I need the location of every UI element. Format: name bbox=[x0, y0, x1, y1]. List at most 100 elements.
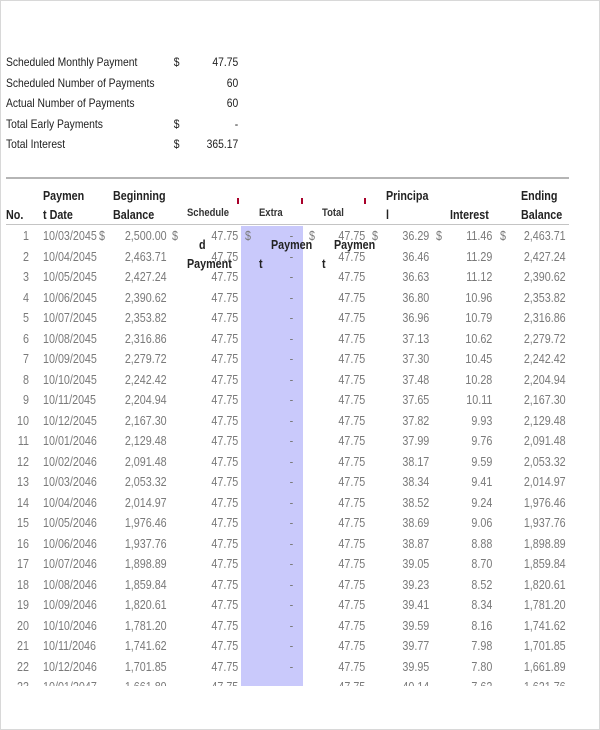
cell-extra-payment: - bbox=[289, 229, 293, 243]
cell-total-payment: 47.75 bbox=[338, 229, 365, 243]
cell-principal: 36.29 bbox=[402, 229, 429, 243]
cell-payment-date: 10/05/2046 bbox=[43, 516, 97, 530]
currency-symbol: $ bbox=[172, 229, 178, 243]
cell-scheduled-payment: 47.75 bbox=[211, 598, 238, 612]
cell-extra-payment: - bbox=[289, 249, 293, 264]
table-row: 12 10/02/2046 2,091.48 47.75 - 47.75 38.17 9.59… bbox=[0, 452, 600, 473]
cell-extra-payment: - bbox=[289, 598, 293, 612]
cell-extra-payment: - bbox=[289, 659, 293, 674]
cell-total-payment: 47.75 bbox=[338, 495, 365, 510]
table-row: 19 10/09/2046 1,820.61 47.75 - 47.75 39.41 8.34… bbox=[0, 595, 600, 616]
cell-total-payment: 47.75 bbox=[338, 659, 365, 674]
summary-row: Total Interest $ 365.17 bbox=[6, 134, 238, 155]
comment-marker-icon bbox=[237, 198, 239, 204]
cell-payment-date: 10/01/2046 bbox=[43, 434, 97, 448]
cell-beginning-balance: 2,427.24 bbox=[125, 270, 167, 284]
cell-principal: 40.14 bbox=[402, 677, 429, 686]
cell-principal: 37.13 bbox=[402, 331, 429, 346]
cell-principal: 37.65 bbox=[402, 393, 429, 407]
cell-principal: 37.82 bbox=[402, 413, 429, 428]
cell-total-payment: 47.75 bbox=[338, 249, 365, 264]
cell-interest: 9.59 bbox=[471, 454, 492, 469]
cell-beginning-balance: 2,014.97 bbox=[125, 495, 167, 510]
cell-ending-balance: 1,661.89 bbox=[524, 659, 566, 674]
cell-extra-payment: - bbox=[289, 557, 293, 571]
cell-no: 3 bbox=[23, 270, 29, 284]
cell-scheduled-payment: 47.75 bbox=[211, 393, 238, 407]
currency-symbol: $ bbox=[245, 229, 251, 243]
header-ending-balance: Ending Balance bbox=[521, 189, 563, 222]
cell-ending-balance: 2,279.72 bbox=[524, 331, 566, 346]
table-row: 9 10/11/2045 2,204.94 47.75 - 47.75 37.65 10.11… bbox=[0, 390, 600, 411]
cell-extra-payment: - bbox=[289, 639, 293, 653]
summary-currency: $ bbox=[173, 137, 180, 152]
table-row: 21 10/11/2046 1,741.62 47.75 - 47.75 39.77 7.98… bbox=[0, 636, 600, 657]
cell-scheduled-payment: 47.75 bbox=[211, 618, 238, 633]
cell-total-payment: 47.75 bbox=[338, 331, 365, 346]
cell-total-payment: 47.75 bbox=[338, 598, 365, 612]
cell-payment-date: 10/08/2045 bbox=[43, 331, 97, 346]
summary-value: 47.75 bbox=[212, 55, 239, 69]
table-row: 11 10/01/2046 2,129.48 47.75 - 47.75 37.99 9.76… bbox=[0, 431, 600, 452]
cell-ending-balance: 2,242.42 bbox=[524, 352, 566, 366]
cell-scheduled-payment: 47.75 bbox=[211, 413, 238, 428]
table-row: 7 10/09/2045 2,279.72 47.75 - 47.75 37.30 10.45… bbox=[0, 349, 600, 370]
cell-beginning-balance: 1,741.62 bbox=[125, 639, 167, 653]
cell-total-payment: 47.75 bbox=[338, 290, 365, 305]
cell-ending-balance: 2,014.97 bbox=[524, 475, 566, 489]
cell-ending-balance: 1,741.62 bbox=[524, 618, 566, 633]
cell-principal: 37.30 bbox=[402, 352, 429, 366]
cell-ending-balance: 2,204.94 bbox=[524, 372, 566, 387]
cell-scheduled-payment: 47.75 bbox=[211, 454, 238, 469]
cell-scheduled-payment: 47.75 bbox=[211, 639, 238, 653]
cell-beginning-balance: 2,353.82 bbox=[125, 311, 167, 325]
cell-ending-balance: 2,091.48 bbox=[524, 434, 566, 448]
cell-interest: 11.29 bbox=[465, 249, 492, 264]
cell-extra-payment: - bbox=[289, 434, 293, 448]
cell-beginning-balance: 1,898.89 bbox=[125, 557, 167, 571]
cell-ending-balance: 1,937.76 bbox=[524, 516, 566, 530]
cell-scheduled-payment: 47.75 bbox=[211, 290, 238, 305]
cell-beginning-balance: 1,859.84 bbox=[125, 577, 167, 592]
cell-principal: 39.05 bbox=[402, 557, 429, 571]
cell-scheduled-payment: 47.75 bbox=[211, 495, 238, 510]
table-row: 6 10/08/2045 2,316.86 47.75 - 47.75 37.13 10.62… bbox=[0, 329, 600, 350]
cell-payment-date: 10/03/2045 bbox=[43, 229, 97, 243]
cell-extra-payment: - bbox=[289, 495, 293, 510]
cell-scheduled-payment: 47.75 bbox=[211, 331, 238, 346]
cell-payment-date: 10/06/2046 bbox=[43, 536, 97, 551]
cell-scheduled-payment: 47.75 bbox=[211, 677, 238, 686]
summary-label: Total Early Payments bbox=[6, 116, 103, 131]
cell-interest: 9.41 bbox=[471, 475, 492, 489]
cell-ending-balance: 2,353.82 bbox=[524, 290, 566, 305]
cell-principal: 39.59 bbox=[402, 618, 429, 633]
cell-principal: 36.80 bbox=[402, 290, 429, 305]
cell-payment-date: 10/11/2045 bbox=[43, 393, 97, 407]
cell-payment-date: 10/08/2046 bbox=[43, 577, 97, 592]
cell-interest: 9.06 bbox=[471, 516, 492, 530]
cell-interest: 7.62 bbox=[471, 677, 492, 686]
cell-beginning-balance: 2,242.42 bbox=[125, 372, 167, 387]
header-principal: Principa l bbox=[386, 189, 429, 222]
summary-row: Scheduled Monthly Payment $ 47.75 bbox=[6, 52, 238, 73]
table-row: 18 10/08/2046 1,859.84 47.75 - 47.75 39.23 8.52… bbox=[0, 575, 600, 596]
cell-scheduled-payment: 47.75 bbox=[211, 229, 238, 243]
table-row: 15 10/05/2046 1,976.46 47.75 - 47.75 38.69 9.06… bbox=[0, 513, 600, 534]
cell-total-payment: 47.75 bbox=[338, 454, 365, 469]
cell-scheduled-payment: 47.75 bbox=[211, 557, 238, 571]
summary-row: Total Early Payments $ - bbox=[6, 114, 238, 135]
cell-extra-payment: - bbox=[289, 577, 293, 592]
cell-beginning-balance: 2,390.62 bbox=[125, 290, 167, 305]
cell-no: 23 bbox=[4, 677, 29, 686]
cell-ending-balance: 1,820.61 bbox=[524, 577, 566, 592]
cell-payment-date: 10/12/2045 bbox=[43, 413, 97, 428]
cell-payment-date: 10/09/2045 bbox=[43, 352, 97, 366]
cell-no: 17 bbox=[17, 557, 29, 571]
header-payment-date: Paymen t Date bbox=[43, 189, 85, 222]
cell-ending-balance: 1,781.20 bbox=[524, 598, 566, 612]
table-row: 13 10/03/2046 2,053.32 47.75 - 47.75 38.34 9.41… bbox=[0, 472, 600, 493]
cell-no: 9 bbox=[23, 393, 29, 407]
summary-label: Actual Number of Payments bbox=[6, 96, 135, 111]
cell-no: 22 bbox=[17, 659, 29, 674]
cell-principal: 38.69 bbox=[402, 516, 429, 530]
